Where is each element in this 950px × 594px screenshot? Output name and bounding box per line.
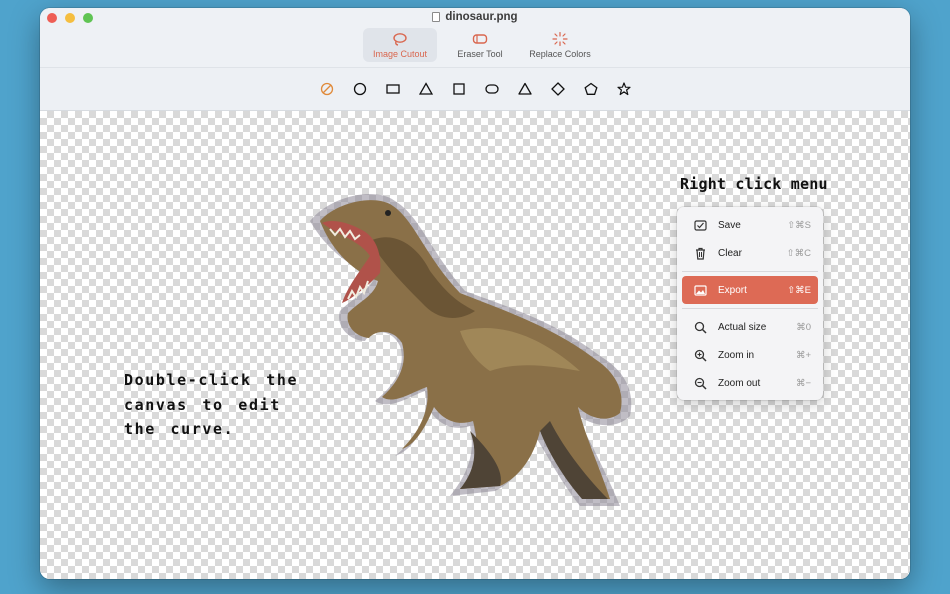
menu-caption: Right click menu	[680, 175, 828, 193]
tab-label: Replace Colors	[529, 48, 591, 59]
trash-icon	[693, 246, 707, 260]
circle-icon	[353, 82, 366, 96]
titlebar: dinosaur.png Image Cutout Eraser Tool Re…	[40, 8, 910, 68]
menu-item-shortcut: ⌘+	[795, 349, 811, 361]
menu-item-label: Actual size	[718, 321, 767, 333]
star-icon	[616, 82, 631, 96]
menu-item-clear[interactable]: Clear ⇧⌘C	[682, 239, 818, 267]
shape-rectangle-button[interactable]	[385, 81, 401, 97]
freehand-icon	[320, 82, 333, 96]
triangle-icon	[517, 82, 532, 95]
checkbox-icon	[693, 218, 707, 232]
shape-toolbar	[40, 68, 910, 111]
triangle-icon	[418, 82, 433, 95]
menu-item-label: Save	[718, 219, 741, 231]
menu-item-zoom-out[interactable]: Zoom out ⌘−	[682, 369, 818, 397]
tab-eraser-tool[interactable]: Eraser Tool	[443, 28, 517, 62]
menu-item-zoom-in[interactable]: Zoom in ⌘+	[682, 341, 818, 369]
shape-triangle-button[interactable]	[418, 81, 434, 97]
menu-item-label: Zoom out	[718, 377, 761, 389]
context-menu: Save ⇧⌘S Clear ⇧⌘C Export ⇧⌘E Actual siz…	[677, 207, 823, 400]
diamond-icon	[550, 82, 565, 96]
tab-replace-colors[interactable]: Replace Colors	[523, 28, 597, 62]
rounded-rectangle-icon	[484, 84, 499, 94]
tab-image-cutout[interactable]: Image Cutout	[363, 28, 437, 62]
shape-circle-button[interactable]	[352, 81, 368, 97]
document-icon	[432, 12, 441, 22]
shape-pentagon-button[interactable]	[583, 81, 599, 97]
menu-item-actual-size[interactable]: Actual size ⌘0	[682, 313, 818, 341]
image-canvas[interactable]: Double-click the canvas to edit the curv…	[40, 111, 910, 579]
menu-item-save[interactable]: Save ⇧⌘S	[682, 211, 818, 239]
tab-label: Image Cutout	[372, 48, 428, 59]
shape-star-button[interactable]	[616, 81, 632, 97]
menu-item-shortcut: ⇧⌘C	[786, 247, 811, 259]
menu-item-shortcut: ⌘0	[796, 321, 811, 333]
sparkle-icon	[552, 31, 568, 46]
menu-item-shortcut: ⌘−	[795, 377, 811, 389]
canvas-hint-text: Double-click the canvas to edit the curv…	[124, 371, 299, 438]
shape-rounded-rectangle-button[interactable]	[484, 81, 500, 97]
zoom-out-icon	[693, 376, 707, 390]
dinosaur-image	[310, 193, 632, 506]
rectangle-icon	[385, 84, 400, 94]
tab-label: Eraser Tool	[457, 48, 503, 59]
zoom-in-icon	[693, 348, 707, 362]
menu-item-label: Export	[718, 284, 747, 296]
lasso-icon	[393, 32, 407, 46]
shape-square-button[interactable]	[451, 81, 467, 97]
app-window: dinosaur.png Image Cutout Eraser Tool Re…	[40, 8, 910, 579]
mode-tabs: Image Cutout Eraser Tool Replace Colors	[363, 28, 597, 62]
menu-separator	[682, 271, 818, 272]
window-title-text: dinosaur.png	[445, 11, 518, 23]
image-icon	[693, 283, 707, 297]
zoom-icon	[693, 320, 707, 334]
shape-diamond-button[interactable]	[550, 81, 566, 97]
menu-item-shortcut: ⇧⌘E	[787, 284, 811, 296]
menu-item-label: Clear	[718, 247, 742, 259]
shape-freehand-button[interactable]	[319, 81, 335, 97]
menu-item-label: Zoom in	[718, 349, 755, 361]
shape-triangle-rounded-button[interactable]	[517, 81, 533, 97]
window-title: dinosaur.png	[40, 11, 910, 23]
menu-item-shortcut: ⇧⌘S	[787, 219, 811, 231]
square-icon	[452, 83, 465, 95]
menu-item-export[interactable]: Export ⇧⌘E	[682, 276, 818, 304]
eraser-icon	[472, 33, 488, 44]
menu-separator	[682, 308, 818, 309]
pentagon-icon	[583, 82, 598, 95]
